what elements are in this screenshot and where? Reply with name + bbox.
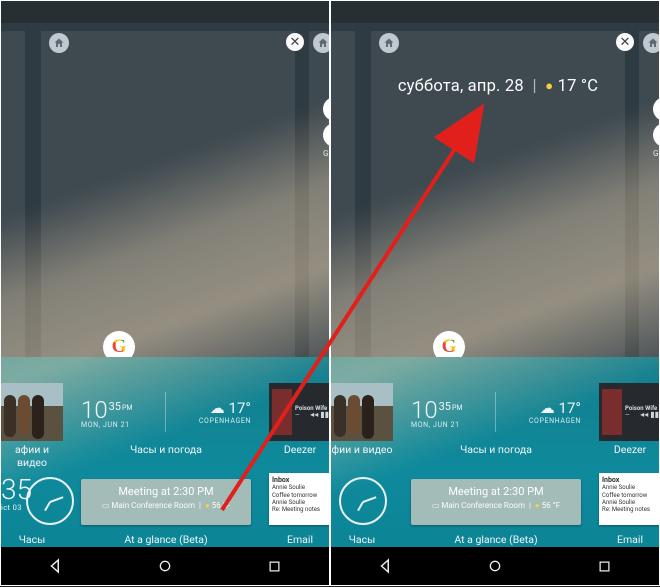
widget-card-prev[interactable] bbox=[331, 31, 355, 357]
close-icon[interactable]: ✕ bbox=[616, 33, 634, 51]
widget-at-a-glance[interactable]: Meeting at 2:30 PM ▭ Main Conference Roo… bbox=[411, 473, 581, 531]
widget-clock-weather[interactable]: 1035PM MON, JUN 21 ☁ 17° COPENHAGEN Часы… bbox=[411, 383, 581, 441]
nav-home-button[interactable] bbox=[154, 555, 176, 577]
mini-icon-stack: G M Go bbox=[323, 95, 330, 158]
google-mini-icon: G bbox=[323, 97, 330, 121]
widget-card-next[interactable]: G M Go bbox=[639, 31, 660, 357]
card-home-chip-next[interactable] bbox=[313, 33, 330, 53]
analog-clock-icon bbox=[26, 477, 74, 525]
widget-photos-label: фии и видео bbox=[331, 443, 393, 456]
widget-email-label: Email bbox=[269, 533, 330, 546]
widget-clock-weather[interactable]: 1035PM MON, JUN 21 ☁ 17° COPENHAGEN Часы… bbox=[81, 383, 251, 441]
widget-clock-weather-label: Часы и погода bbox=[411, 443, 581, 456]
card-home-chip[interactable] bbox=[49, 33, 69, 53]
widget-deezer[interactable]: Poison Wife— ◂◂ ▮▮ Deezer bbox=[269, 383, 330, 441]
widget-clock-label: Часы bbox=[1, 533, 63, 546]
status-bar bbox=[1, 1, 329, 23]
widget-clock-label: Часы bbox=[331, 533, 393, 546]
google-app-shortcut[interactable]: G Google bbox=[103, 331, 135, 357]
widget-card-current[interactable]: G Google bbox=[41, 31, 295, 357]
widget-at-a-glance-content: суббота, апр. 28 | ● 17 °C bbox=[376, 77, 620, 96]
google-app-shortcut[interactable]: G Google bbox=[433, 331, 465, 357]
widget-photos[interactable]: афии и видео bbox=[1, 383, 63, 441]
google-mini-icon: G bbox=[653, 97, 660, 121]
status-bar bbox=[331, 1, 659, 23]
widget-row-1: фии и видео 1035PM MON, JUN 21 ☁ 17° COP… bbox=[331, 383, 659, 461]
nav-bar bbox=[1, 547, 329, 585]
widget-at-a-glance[interactable]: Meeting at 2:30 PM ▭ Main Conference Roo… bbox=[81, 473, 251, 531]
widget-photos[interactable]: фии и видео bbox=[331, 383, 393, 441]
nav-back-button[interactable] bbox=[375, 555, 397, 577]
widget-clock[interactable]: 5 Часы bbox=[331, 473, 393, 531]
widget-at-a-glance-label: At a glance (Beta) bbox=[81, 533, 251, 546]
card-home-chip-next[interactable] bbox=[643, 33, 660, 53]
gmail-mini-icon: M bbox=[323, 123, 330, 147]
nav-home-button[interactable] bbox=[484, 555, 506, 577]
widget-photos-label: афии и видео bbox=[1, 443, 63, 469]
close-icon[interactable]: ✕ bbox=[286, 33, 304, 51]
widget-row-1: афии и видео 1035PM MON, JUN 21 ☁ 17° CO… bbox=[1, 383, 329, 461]
card-home-chip[interactable] bbox=[379, 33, 399, 53]
widget-clock[interactable]: 35 ict 03 Часы bbox=[1, 473, 63, 531]
widget-row-2: 5 Часы Meeting at 2:30 PM ▭ Main Confere… bbox=[331, 473, 659, 551]
widget-card-prev[interactable] bbox=[1, 31, 25, 357]
widget-clock-weather-label: Часы и погода bbox=[81, 443, 251, 456]
nav-back-button[interactable] bbox=[45, 555, 67, 577]
widget-row-2: 35 ict 03 Часы Meeting at 2:30 PM ▭ Main… bbox=[1, 473, 329, 551]
google-icon: G bbox=[433, 331, 465, 357]
analog-clock-icon bbox=[339, 477, 387, 525]
gmail-mini-icon: M bbox=[653, 123, 660, 147]
widget-email-label: Email bbox=[599, 533, 660, 546]
nav-recent-button[interactable] bbox=[263, 555, 285, 577]
widget-at-a-glance-label: At a glance (Beta) bbox=[411, 533, 581, 546]
mini-icon-stack: G M Go bbox=[653, 95, 660, 158]
widget-email[interactable]: Inbox Annie SoulieCoffee tomorrow Annie … bbox=[269, 473, 330, 531]
widget-deezer-label: Deezer bbox=[269, 443, 330, 456]
widget-card-next[interactable]: G M Go bbox=[309, 31, 330, 357]
phone-right: G Google G M Go суббота, апр. 28 | ● 17 … bbox=[330, 0, 660, 586]
google-icon: G bbox=[103, 331, 135, 357]
widget-email[interactable]: Inbox Annie SoulieCoffee tomorrow Annie … bbox=[599, 473, 660, 531]
nav-recent-button[interactable] bbox=[593, 555, 615, 577]
phone-left: G Google G M Go ✕ афии и видео bbox=[0, 0, 330, 586]
widget-deezer-label: Deezer bbox=[599, 443, 660, 456]
nav-bar bbox=[331, 547, 659, 585]
widget-deezer[interactable]: Poison Wife— ◂◂ ▮▮ Deezer bbox=[599, 383, 660, 441]
